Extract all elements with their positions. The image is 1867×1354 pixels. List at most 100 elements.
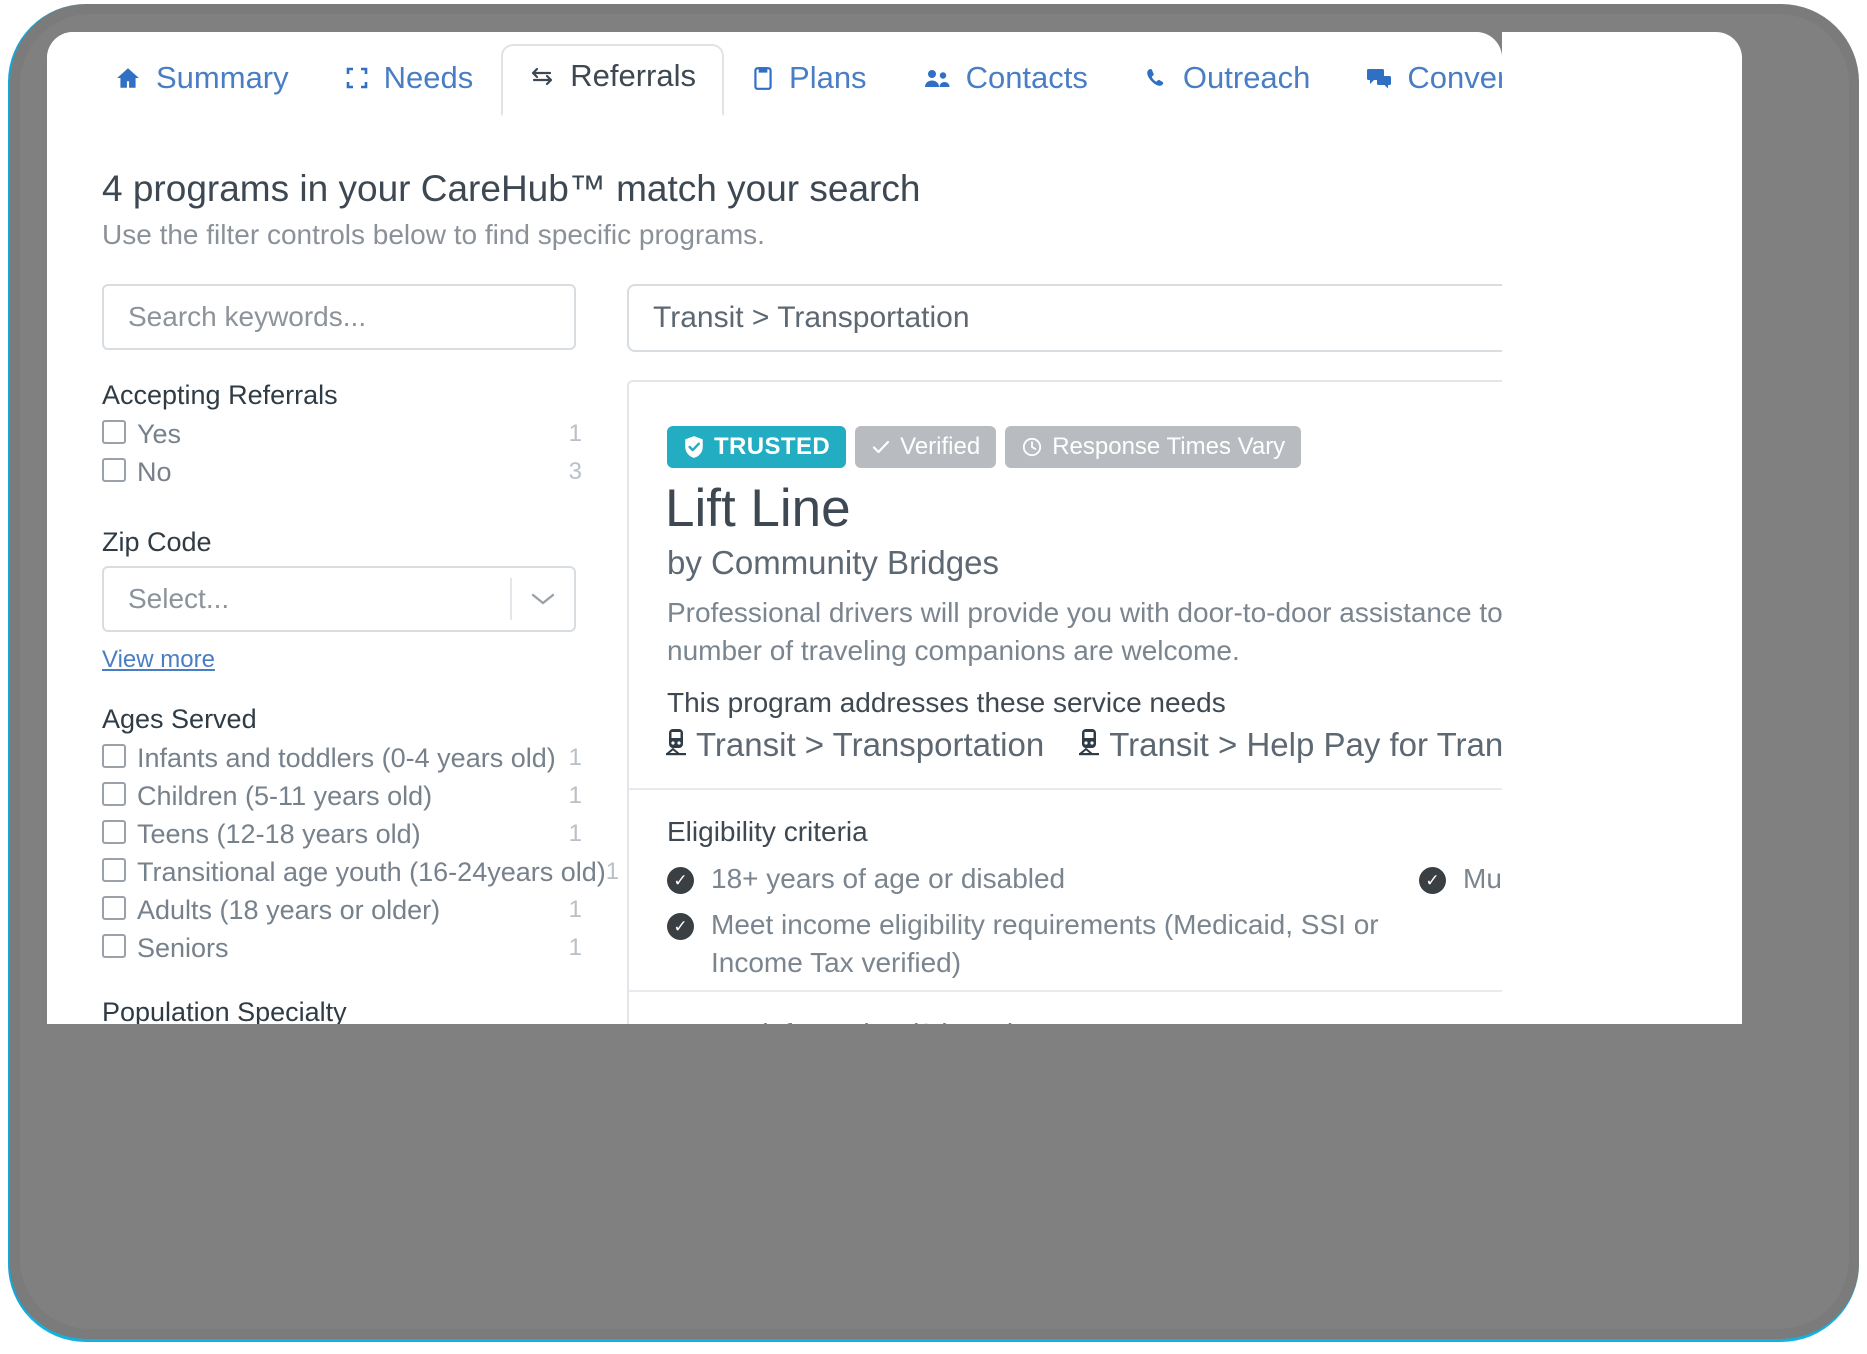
checkbox-icon[interactable] [102,420,126,444]
app-window-right-overflow [1502,32,1742,1024]
service-need-transportation[interactable]: Transit > Transportation [665,726,1044,764]
filter-option-label: No [137,456,172,487]
filter-option-count: 1 [568,744,582,771]
tab-conversations-label: Conversatio [1407,60,1502,95]
checkbox-icon[interactable] [102,896,126,920]
breadcrumb[interactable]: Transit > Transportation [627,284,1502,352]
tab-needs[interactable]: Needs [317,46,502,114]
more-information-label: More information (6 items) [691,1018,1018,1024]
exchange-arrows-icon [529,65,555,87]
filter-option-label: Infants and toddlers (0-4 years old) [137,742,556,773]
filter-option-count: 1 [568,896,582,923]
check-circle-icon: ✓ [1419,867,1446,894]
status-badge-verified-label: Verified [900,433,981,460]
filter-option-label: Yes [137,418,182,449]
filter-option-label: Seniors [137,932,229,963]
tab-summary[interactable]: Summary [87,46,317,114]
tab-outreach[interactable]: Outreach [1116,46,1339,114]
train-icon [665,728,687,762]
filter-option-count: 1 [568,420,582,447]
tab-referrals-label: Referrals [570,58,697,93]
frame-icon [345,66,369,90]
page-title: 4 programs in your CareHub™ match your s… [102,168,921,209]
filter-option-transitional-age-youth[interactable]: Transitional age youth (16-24years old) … [102,853,619,891]
check-circle-icon: ✓ [667,867,694,894]
check-circle-icon: ✓ [667,913,694,941]
check-icon [871,438,891,456]
more-information-toggle[interactable]: ▼ More information (6 items) [665,1018,1018,1024]
shield-check-icon [683,435,705,459]
program-description: Professional drivers will provide you wi… [667,597,1502,667]
eligibility-item-text: 18+ years of age or disabled [711,863,1066,894]
filter-group-title: Population Specialty [102,997,347,1024]
eligibility-item-text: Must be [1463,863,1502,894]
status-badge-response-times: Response Times Vary [1005,426,1302,468]
status-badge-verified: Verified [855,426,997,468]
filter-option-label: Children (5-11 years old) [137,780,433,811]
filter-group-title: Zip Code [102,527,212,557]
people-icon [923,67,951,89]
zip-code-select-placeholder: Select... [128,583,230,614]
status-badge-trusted-label: TRUSTED [714,433,831,460]
home-icon [115,65,141,91]
checkbox-icon[interactable] [102,744,126,768]
filter-group-population-specialty: Population Specialty Adults 1 Children 1 [102,997,582,1024]
filter-sidebar: Search keywords... Accepting Referrals Y… [102,284,619,1024]
filter-group-title: Accepting Referrals [102,380,338,410]
train-icon [1078,728,1100,762]
badge-row: TRUSTED Verified Response Times Vary [667,426,1302,468]
tab-referrals[interactable]: Referrals [501,44,725,116]
tab-bar: Summary Needs Referrals Plans Contacts O… [47,32,1502,116]
checkbox-icon[interactable] [102,858,126,882]
chevron-down-icon[interactable] [512,583,574,615]
eligibility-heading: Eligibility criteria [667,816,868,847]
eligibility-list-right: ✓ Must be [1419,860,1502,906]
checkbox-icon[interactable] [102,458,126,482]
tab-summary-label: Summary [156,60,289,95]
filter-group-accepting-referrals: Accepting Referrals Yes 1 No 3 [102,380,582,491]
tab-conversations[interactable]: Conversatio [1338,46,1502,114]
view-more-link[interactable]: View more [102,646,215,674]
clipboard-icon [752,65,774,91]
service-needs-heading: This program addresses these service nee… [667,687,1226,718]
program-organization: by Community Bridges [667,544,999,581]
eligibility-list-left: ✓ 18+ years of age or disabled ✓ Meet in… [667,860,1407,990]
filter-option-children[interactable]: Children (5-11 years old) 1 [102,777,582,815]
eligibility-item: ✓ Meet income eligibility requirements (… [667,906,1407,982]
filter-option-count: 1 [568,782,582,809]
chat-bubbles-icon [1366,67,1392,89]
filter-option-adults[interactable]: Adults (18 years or older) 1 [102,891,582,929]
filter-option-accepting-yes[interactable]: Yes 1 [102,415,582,453]
card-divider [629,990,1502,992]
program-title: Lift Line [665,479,851,538]
filter-option-count: 1 [568,934,582,961]
filter-option-infants[interactable]: Infants and toddlers (0-4 years old) 1 [102,739,582,777]
checkbox-icon[interactable] [102,820,126,844]
status-badge-response-times-label: Response Times Vary [1052,433,1286,460]
filter-group-title: Ages Served [102,704,257,734]
checkbox-icon[interactable] [102,782,126,806]
search-input-placeholder: Search keywords... [128,301,367,332]
filter-option-accepting-no[interactable]: No 3 [102,453,582,491]
checkbox-icon[interactable] [102,934,126,958]
zip-code-select[interactable]: Select... [102,566,576,632]
card-divider [629,788,1502,790]
tab-contacts-label: Contacts [965,60,1088,95]
eligibility-item-text: Meet income eligibility requirements (Me… [711,909,1379,979]
service-need-help-pay[interactable]: Transit > Help Pay for Transit [1078,726,1502,764]
tab-outreach-label: Outreach [1182,60,1311,95]
tab-plans[interactable]: Plans [724,46,895,114]
filter-option-teens[interactable]: Teens (12-18 years old) 1 [102,815,582,853]
eligibility-item: ✓ 18+ years of age or disabled [667,860,1407,898]
phone-icon [1144,66,1168,90]
filter-option-label: Adults (18 years or older) [137,894,441,925]
filter-option-seniors[interactable]: Seniors 1 [102,929,582,967]
tab-contacts[interactable]: Contacts [895,46,1116,114]
service-needs-list: Transit > Transportation Transit > Help … [665,726,1502,764]
clock-icon [1021,436,1043,458]
filter-option-count: 1 [568,820,582,847]
search-input[interactable]: Search keywords... [102,284,576,350]
service-need-label: Transit > Help Pay for Transit [1109,726,1502,763]
filter-group-zip-code: Zip Code Select... View more [102,527,582,674]
filter-option-label: Transitional age youth (16-24years old) [137,856,606,887]
